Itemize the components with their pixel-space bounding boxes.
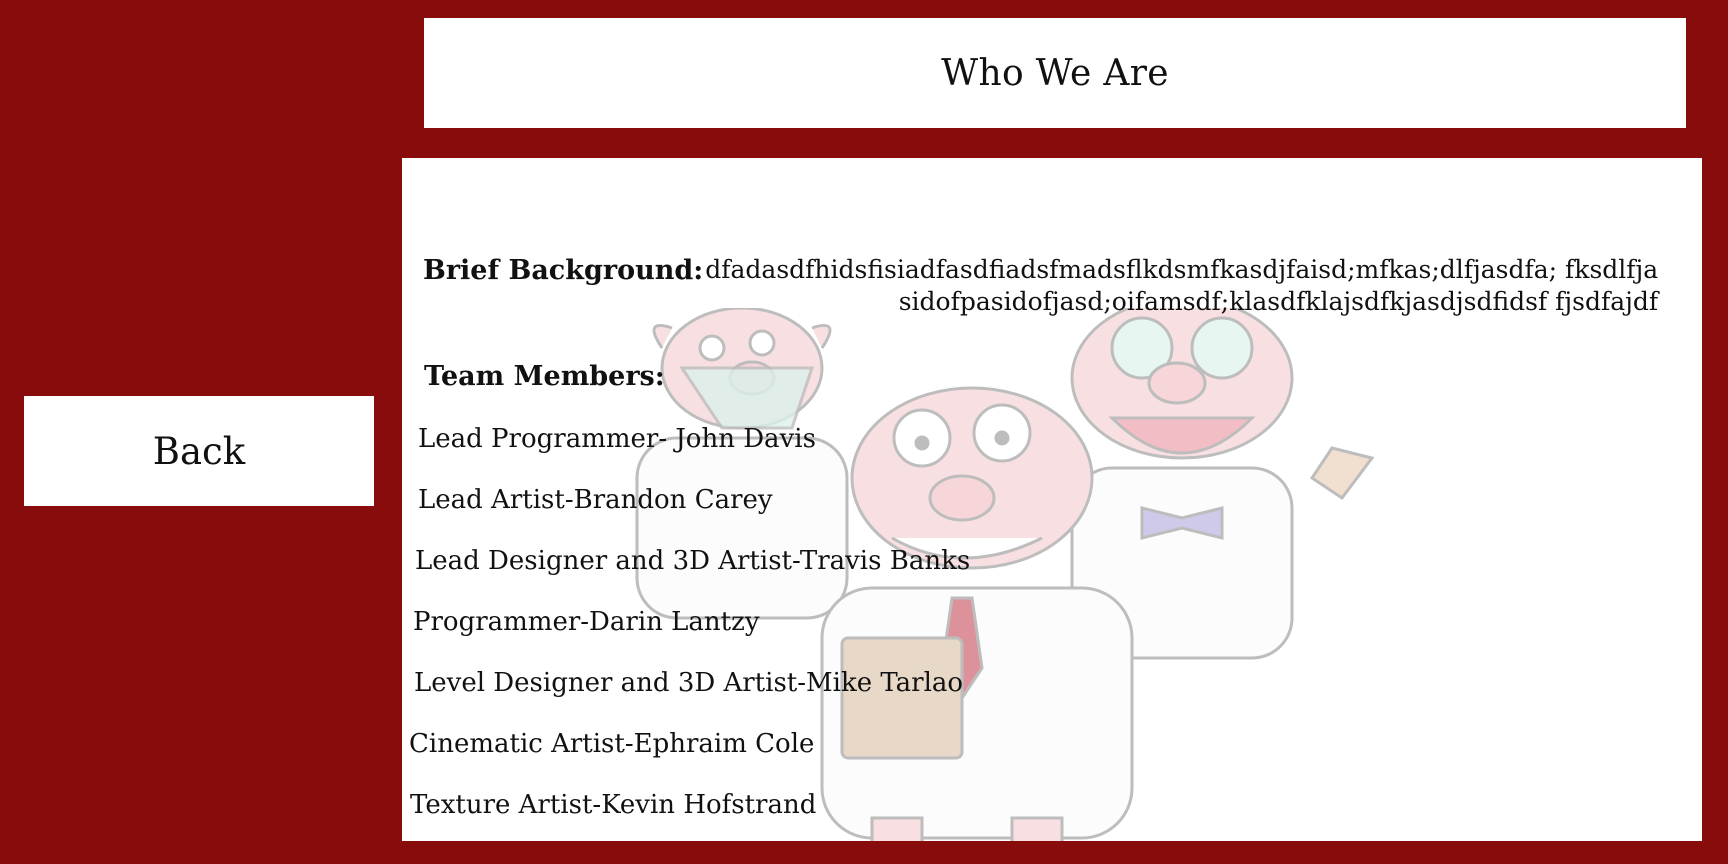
brief-background-label: Brief Background: xyxy=(423,255,704,286)
header-panel: Who We Are xyxy=(424,18,1686,128)
brief-background-text: dfadasdfhidsfisiadfasdfiadsfmadsflkdsmfk… xyxy=(705,255,1659,316)
team-member: Lead Designer and 3D Artist-Travis Banks xyxy=(415,546,971,576)
team-member: Programmer-Darin Lantzy xyxy=(413,607,760,637)
pig-center xyxy=(820,386,1134,841)
team-member: Cinematic Artist-Ephraim Cole xyxy=(409,729,815,759)
back-button[interactable]: Back xyxy=(24,396,374,506)
back-button-label: Back xyxy=(152,429,246,473)
team-member: Texture Artist-Kevin Hofstrand xyxy=(410,790,817,820)
page-title: Who We Are xyxy=(941,52,1169,94)
team-member: Lead Programmer- John Davis xyxy=(418,424,816,454)
brief-background: Brief Background: dfadasdfhidsfisiadfasd… xyxy=(423,254,1682,318)
team-member: Level Designer and 3D Artist-Mike Tarlao xyxy=(414,668,964,698)
team-members-heading: Team Members: xyxy=(424,361,665,392)
team-member: Lead Artist-Brandon Carey xyxy=(418,485,773,515)
content-panel: Brief Background: dfadasdfhidsfisiadfasd… xyxy=(402,158,1702,841)
who-we-are-page: Who We Are Back Brief Background: dfadas… xyxy=(0,0,1728,864)
